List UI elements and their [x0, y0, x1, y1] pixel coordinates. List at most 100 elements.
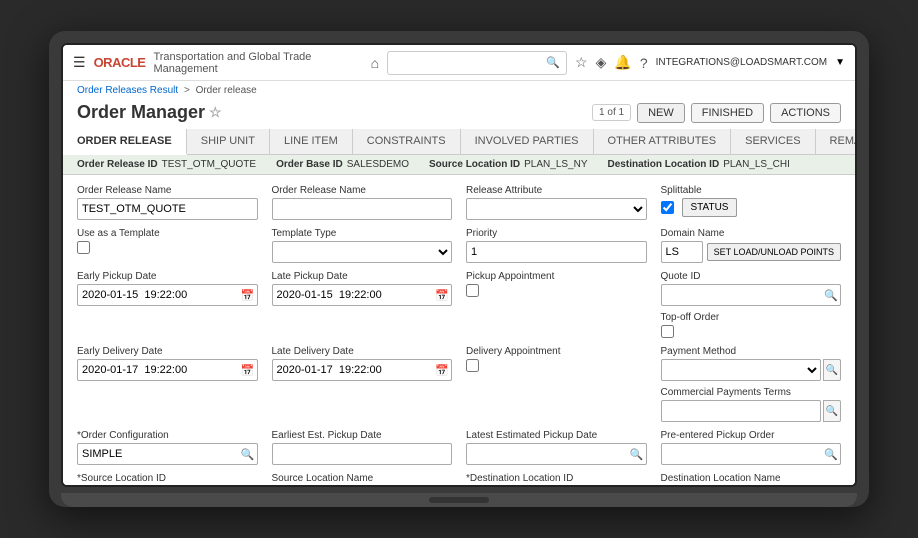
actions-button[interactable]: ACTIONS	[770, 103, 841, 123]
set-load-unload-button[interactable]: SET LOAD/UNLOAD POINTS	[707, 243, 841, 261]
tab-constraints[interactable]: CONSTRAINTS	[353, 129, 461, 154]
search-icon-order-config[interactable]: 🔍	[241, 448, 255, 461]
priority-input[interactable]	[466, 241, 647, 263]
top-off-order-label: Top-off Order	[661, 312, 842, 323]
dest-location-id-label: *Destination Location ID	[466, 473, 647, 484]
delivery-appointment-label: Delivery Appointment	[466, 346, 647, 357]
favorite-star-icon[interactable]: ☆	[209, 104, 222, 121]
top-nav: ☰ ORACLE Transportation and Global Trade…	[63, 45, 855, 81]
tab-order-release[interactable]: ORDER RELEASE	[63, 129, 187, 155]
search-icon-payment[interactable]: 🔍	[823, 359, 841, 381]
search-icon-latest-est[interactable]: 🔍	[630, 448, 644, 461]
source-location-id-label: *Source Location ID	[77, 473, 258, 484]
late-pickup-date-input[interactable]	[272, 284, 453, 306]
commercial-payments-input[interactable]	[661, 400, 822, 422]
template-type-select[interactable]	[272, 241, 453, 263]
oracle-logo: ORACLE	[94, 55, 146, 70]
delivery-appointment-checkbox[interactable]	[466, 359, 479, 372]
field-priority: Priority	[466, 228, 647, 263]
domain-name-label: Domain Name	[661, 228, 842, 239]
hamburger-icon[interactable]: ☰	[73, 54, 86, 71]
quote-id-input[interactable]	[661, 284, 842, 306]
late-delivery-date-input[interactable]	[272, 359, 453, 381]
late-pickup-date-wrapper: 📅	[272, 284, 453, 306]
calendar-icon-late-delivery[interactable]: 📅	[435, 364, 449, 377]
tab-other-attributes[interactable]: OTHER ATTRIBUTES	[594, 129, 732, 154]
search-icon-commercial[interactable]: 🔍	[823, 400, 841, 422]
calendar-icon-late-pickup[interactable]: 📅	[435, 289, 449, 302]
pre-entered-pickup-input[interactable]	[661, 443, 842, 465]
order-config-input[interactable]	[77, 443, 258, 465]
tab-line-item[interactable]: LINE ITEM	[270, 129, 353, 154]
order-release-name-1-input[interactable]	[77, 198, 258, 220]
calendar-icon-early-pickup[interactable]: 📅	[241, 289, 255, 302]
release-attribute-select[interactable]	[466, 198, 647, 220]
dest-location-label: Destination Location ID	[608, 159, 720, 170]
location-nav-icon[interactable]: ◈	[596, 54, 607, 71]
earliest-est-pickup-input[interactable]	[272, 443, 453, 465]
star-nav-icon[interactable]: ☆	[575, 54, 588, 71]
tab-ship-unit[interactable]: SHIP UNIT	[187, 129, 270, 154]
info-bar: Order Release ID TEST_OTM_QUOTE Order Ba…	[63, 155, 855, 175]
search-bar[interactable]: 🔍	[387, 51, 567, 75]
info-dest-location: Destination Location ID PLAN_LS_CHI	[608, 159, 790, 170]
field-latest-est-pickup: Latest Estimated Pickup Date 🔍	[466, 430, 647, 465]
quote-id-wrapper: 🔍	[661, 284, 842, 306]
search-icon-quote[interactable]: 🔍	[824, 289, 838, 302]
template-type-label: Template Type	[272, 228, 453, 239]
order-release-name-2-input[interactable]	[272, 198, 453, 220]
tab-services[interactable]: SERVICES	[731, 129, 815, 154]
laptop-base	[61, 493, 857, 507]
domain-name-input[interactable]	[661, 241, 703, 263]
tab-remarks[interactable]: REMARKS	[816, 129, 857, 154]
latest-est-pickup-wrapper: 🔍	[466, 443, 647, 465]
payment-method-label: Payment Method	[661, 346, 842, 357]
field-splittable: Splittable STATUS	[661, 185, 842, 220]
dest-location-value: PLAN_LS_CHI	[723, 159, 790, 170]
help-nav-icon[interactable]: ?	[640, 55, 648, 71]
pickup-appointment-checkbox[interactable]	[466, 284, 479, 297]
user-email[interactable]: INTEGRATIONS@LOADSMART.COM	[656, 57, 827, 68]
app-title: Transportation and Global Trade Manageme…	[153, 51, 362, 75]
commercial-payments-label: Commercial Payments Terms	[661, 387, 842, 398]
early-pickup-date-input[interactable]	[77, 284, 258, 306]
order-release-name-2-label: Order Release Name	[272, 185, 453, 196]
user-dropdown-icon[interactable]: ▼	[835, 57, 845, 68]
search-input[interactable]	[394, 57, 546, 69]
early-delivery-date-input[interactable]	[77, 359, 258, 381]
latest-est-pickup-input[interactable]	[466, 443, 647, 465]
finished-button[interactable]: FINISHED	[691, 103, 764, 123]
field-order-release-name-2: Order Release Name	[272, 185, 453, 220]
bell-nav-icon[interactable]: 🔔	[614, 54, 631, 71]
field-source-location-name: Source Location Name	[272, 473, 453, 485]
payment-method-select[interactable]	[661, 359, 822, 381]
payment-method-wrapper: 🔍	[661, 359, 842, 381]
order-release-id-label: Order Release ID	[77, 159, 158, 170]
home-icon[interactable]: ⌂	[371, 55, 379, 71]
screen: ☰ ORACLE Transportation and Global Trade…	[61, 43, 857, 487]
late-delivery-date-wrapper: 📅	[272, 359, 453, 381]
search-icon-pre-entered[interactable]: 🔍	[824, 448, 838, 461]
field-pre-entered-pickup: Pre-entered Pickup Order 🔍	[661, 430, 842, 465]
field-early-delivery-date: Early Delivery Date 📅	[77, 346, 258, 422]
breadcrumb-link[interactable]: Order Releases Result	[77, 85, 178, 96]
field-quote-id: Quote ID 🔍 Top-off Order	[661, 271, 842, 338]
status-button[interactable]: STATUS	[682, 198, 738, 217]
calendar-icon-early-delivery[interactable]: 📅	[241, 364, 255, 377]
early-delivery-date-wrapper: 📅	[77, 359, 258, 381]
page-title-text: Order Manager	[77, 102, 205, 123]
header-actions: 1 of 1 NEW FINISHED ACTIONS	[592, 103, 841, 123]
source-location-name-label: Source Location Name	[272, 473, 453, 484]
field-source-location-id: *Source Location ID 🔍	[77, 473, 258, 485]
early-delivery-date-label: Early Delivery Date	[77, 346, 258, 357]
info-order-base-id: Order Base ID SALESDEMO	[276, 159, 409, 170]
tab-involved-parties[interactable]: INVOLVED PARTIES	[461, 129, 594, 154]
search-icon[interactable]: 🔍	[546, 56, 560, 69]
field-order-config: *Order Configuration 🔍	[77, 430, 258, 465]
top-off-order-checkbox[interactable]	[661, 325, 674, 338]
use-as-template-checkbox[interactable]	[77, 241, 90, 254]
main-tabs: ORDER RELEASE SHIP UNIT LINE ITEM CONSTR…	[63, 129, 855, 155]
breadcrumb-separator: >	[184, 85, 190, 96]
splittable-checkbox[interactable]	[661, 201, 674, 214]
new-button[interactable]: NEW	[637, 103, 685, 123]
